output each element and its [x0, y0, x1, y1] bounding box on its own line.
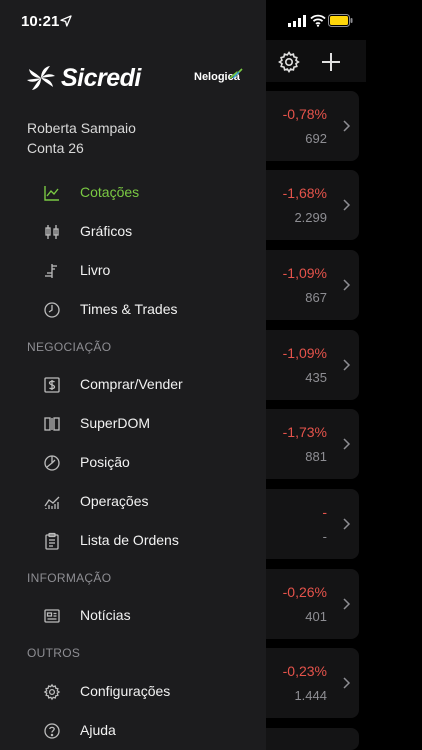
chevron-right-icon — [343, 438, 351, 450]
chevron-right-icon — [343, 359, 351, 371]
cellular-signal-icon — [288, 15, 306, 27]
menu-item-graficos[interactable]: Gráficos — [0, 213, 266, 252]
menu-item-operacoes[interactable]: Operações — [0, 483, 266, 522]
chevron-right-icon — [343, 518, 351, 530]
brand-name: Sicredi — [61, 63, 141, 92]
add-plus-icon[interactable] — [318, 49, 344, 75]
chevron-right-icon — [343, 120, 351, 132]
menu-item-configuracoes[interactable]: Configurações — [0, 673, 266, 712]
candlestick-icon — [45, 225, 59, 239]
menu-item-comprar-vender[interactable]: Comprar/Vender — [0, 366, 266, 405]
quote-change: -0,26% — [282, 584, 327, 600]
clock-icon — [44, 302, 60, 318]
quote-change: -1,68% — [282, 185, 327, 201]
menu-label: Cotações — [80, 184, 140, 200]
quote-volume: - — [322, 529, 327, 544]
operations-icon — [44, 496, 60, 509]
menu-item-noticias[interactable]: Notícias — [0, 597, 266, 636]
navigation-drawer: Sicredi Nelogica Roberta Sampaio Conta 2… — [0, 0, 266, 750]
pie-icon — [44, 455, 60, 471]
quote-row[interactable]: -1,73% 881 — [266, 409, 359, 479]
menu-item-ajuda[interactable]: Ajuda — [0, 712, 266, 750]
settings-gear-icon[interactable] — [277, 50, 301, 74]
menu-label: Operações — [80, 493, 149, 509]
chevron-right-icon — [343, 677, 351, 689]
columns-icon — [44, 417, 60, 431]
section-title-informacao: INFORMAÇÃO — [27, 571, 112, 585]
menu-item-times-trades[interactable]: Times & Trades — [0, 291, 266, 330]
menu-label: Times & Trades — [80, 301, 178, 317]
chevron-right-icon — [343, 199, 351, 211]
section-title-negociacao: NEGOCIAÇÃO — [27, 340, 112, 354]
quote-row[interactable]: -1,09% 867 — [266, 250, 359, 320]
wifi-icon — [310, 14, 326, 27]
quote-volume: 435 — [305, 370, 327, 385]
battery-icon — [328, 14, 353, 27]
menu-item-posicao[interactable]: Posição — [0, 444, 266, 483]
menu-label: SuperDOM — [80, 415, 151, 431]
chevron-right-icon — [343, 279, 351, 291]
quote-row[interactable]: -0,26% 401 — [266, 569, 359, 639]
quote-change: -1,09% — [282, 265, 327, 281]
menu-item-lista-ordens[interactable]: Lista de Ordens — [0, 522, 266, 561]
sicredi-logo: Sicredi — [26, 63, 141, 93]
quote-row[interactable]: -1,09% 435 — [266, 330, 359, 400]
menu-label: Configurações — [80, 683, 171, 699]
menu-label: Lista de Ordens — [80, 532, 179, 548]
quote-row[interactable]: -0,78% 692 — [266, 91, 359, 161]
quote-row-partial — [266, 728, 359, 750]
quote-change: -0,23% — [282, 663, 327, 679]
quote-row[interactable]: -1,68% 2.299 — [266, 170, 359, 240]
quote-change: -1,73% — [282, 424, 327, 440]
dollar-box-icon — [44, 377, 60, 393]
user-name: Roberta Sampaio — [27, 120, 136, 136]
sicredi-pinwheel-icon — [27, 66, 55, 90]
book-bars-icon — [45, 264, 57, 278]
menu-label: Notícias — [80, 607, 131, 623]
menu-item-superdom[interactable]: SuperDOM — [0, 405, 266, 444]
quote-volume: 1.444 — [294, 688, 327, 703]
menu-label: Ajuda — [80, 722, 116, 738]
quote-volume: 692 — [305, 131, 327, 146]
newspaper-icon — [44, 609, 60, 623]
section-title-outros: OUTROS — [27, 646, 81, 660]
menu-label: Comprar/Vender — [80, 376, 183, 392]
quote-row[interactable]: -0,23% 1.444 — [266, 648, 359, 718]
clipboard-icon — [45, 532, 59, 550]
chevron-right-icon — [343, 598, 351, 610]
quote-change: -1,09% — [282, 345, 327, 361]
quote-volume: 881 — [305, 449, 327, 464]
quote-change: - — [322, 504, 327, 520]
menu-item-livro[interactable]: Livro — [0, 252, 266, 291]
menu-label: Gráficos — [80, 223, 133, 239]
chart-line-icon — [44, 186, 59, 201]
menu-label: Livro — [80, 262, 111, 278]
location-arrow-icon — [60, 15, 72, 27]
menu-label: Posição — [80, 454, 130, 470]
status-time: 10:21 — [21, 13, 60, 30]
quote-change: -0,78% — [282, 106, 327, 122]
quote-volume: 401 — [305, 609, 327, 624]
gear-icon — [43, 683, 61, 701]
account-label: Conta 26 — [27, 140, 84, 156]
menu-item-cotacoes[interactable]: Cotações — [0, 174, 266, 213]
nelogica-mark-icon — [229, 68, 243, 79]
quote-volume: 867 — [305, 290, 327, 305]
quote-volume: 2.299 — [294, 210, 327, 225]
help-icon — [44, 723, 60, 739]
status-bar: 10:21 — [0, 0, 422, 40]
quote-row[interactable]: - - — [266, 489, 359, 559]
